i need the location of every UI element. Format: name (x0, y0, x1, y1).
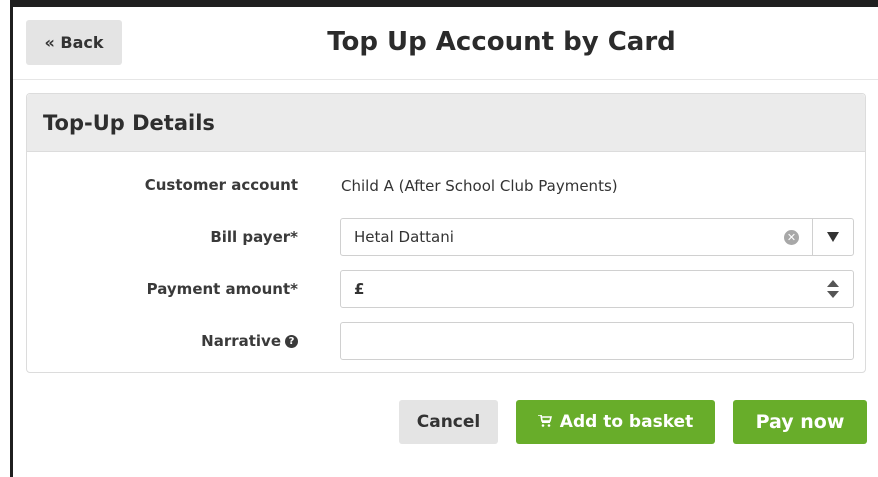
customer-account-label: Customer account (144, 176, 298, 194)
page-title: Top Up Account by Card (327, 27, 676, 57)
add-to-basket-button[interactable]: Add to basket (516, 400, 715, 444)
bill-payer-selected-value: Hetal Dattani (354, 228, 454, 246)
top-up-details-panel: Top-Up Details Customer account Child A … (26, 93, 866, 373)
narrative-label: Narrative? (201, 332, 298, 350)
currency-symbol: £ (354, 280, 365, 298)
customer-account-value: Child A (After School Club Payments) (341, 177, 618, 195)
header-divider (13, 79, 878, 80)
spinner-up-icon[interactable] (827, 280, 839, 287)
payment-amount-input[interactable]: £ (340, 270, 854, 308)
bill-payer-select[interactable]: Hetal Dattani ✕ (340, 218, 854, 256)
dropdown-toggle[interactable] (812, 219, 853, 255)
window-frame-top (10, 0, 878, 7)
panel-heading: Top-Up Details (27, 94, 865, 152)
spinner-icon[interactable] (813, 271, 853, 307)
bill-payer-label: Bill payer* (210, 228, 298, 246)
cart-icon (537, 412, 552, 432)
back-button[interactable]: « Back (26, 20, 122, 65)
pay-now-button[interactable]: Pay now (733, 400, 867, 444)
help-icon[interactable]: ? (285, 335, 298, 348)
add-to-basket-label: Add to basket (559, 412, 694, 432)
narrative-label-text: Narrative (201, 332, 281, 350)
narrative-input[interactable] (340, 322, 854, 360)
spinner-down-icon[interactable] (827, 291, 839, 298)
cancel-button[interactable]: Cancel (399, 400, 498, 444)
payment-amount-label: Payment amount* (146, 280, 298, 298)
chevron-down-icon (827, 232, 839, 242)
clear-icon[interactable]: ✕ (784, 230, 799, 245)
